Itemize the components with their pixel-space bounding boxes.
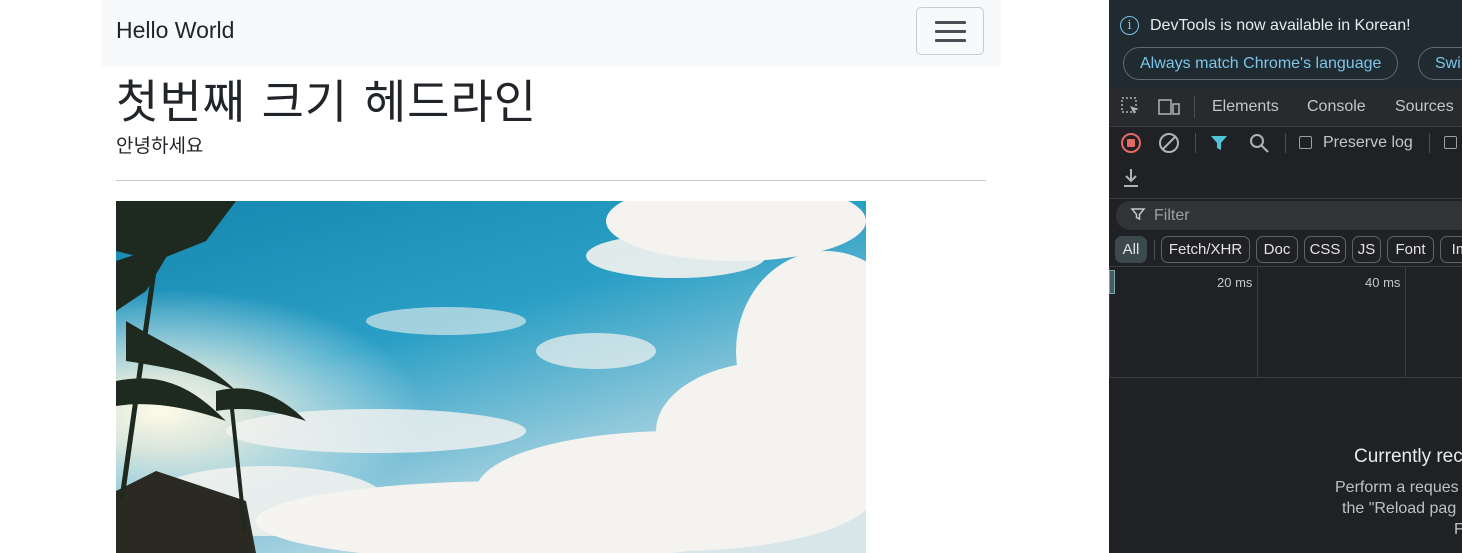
preserve-log-label: Preserve log [1323, 134, 1413, 151]
info-icon: i [1120, 16, 1139, 35]
timeline-tick-20ms: 20 ms [1217, 275, 1253, 290]
navbar: Hello World [101, 0, 1001, 67]
device-toolbar-icon[interactable] [1157, 96, 1181, 123]
network-toolbar: Preserve log [1109, 127, 1462, 199]
devtools-tabs: Elements Console Sources [1109, 88, 1462, 127]
divider [116, 180, 986, 181]
chip-css[interactable]: CSS [1304, 236, 1346, 263]
recording-empty-line2: the "Reload pag [1342, 500, 1457, 517]
switch-language-button[interactable]: Swi [1418, 47, 1462, 80]
page-subtext: 안녕하세요 [116, 135, 204, 157]
preserve-log-checkbox[interactable] [1299, 136, 1312, 149]
chip-fetch-xhr[interactable]: Fetch/XHR [1161, 236, 1250, 263]
tab-sources[interactable]: Sources [1395, 98, 1454, 116]
tab-elements[interactable]: Elements [1212, 98, 1279, 116]
filter-input[interactable]: Filter [1116, 201, 1462, 230]
clear-icon[interactable] [1158, 132, 1180, 159]
disable-cache-checkbox[interactable] [1444, 136, 1457, 149]
language-infobar: i DevTools is now available in Korean! A… [1109, 0, 1462, 88]
filter-funnel-icon [1130, 206, 1146, 227]
hamburger-icon [935, 21, 966, 24]
tab-console[interactable]: Console [1307, 98, 1366, 116]
record-stop-icon[interactable] [1120, 132, 1142, 159]
navbar-toggler-button[interactable] [916, 7, 984, 55]
chip-all[interactable]: All [1115, 236, 1147, 263]
hamburger-icon-bar [935, 39, 966, 42]
filter-placeholder: Filter [1154, 207, 1190, 224]
separator [1195, 133, 1196, 153]
chip-font[interactable]: Font [1387, 236, 1434, 263]
recording-empty-line3: F [1454, 521, 1462, 538]
separator [1285, 133, 1286, 153]
resource-type-filters: All Fetch/XHR Doc CSS JS Font Im [1109, 236, 1462, 266]
hamburger-icon-bar [935, 30, 966, 33]
separator [1429, 133, 1430, 153]
devtools-panel: i DevTools is now available in Korean! A… [1109, 0, 1462, 553]
timeline-gridline [1405, 267, 1406, 378]
inspect-element-icon[interactable] [1120, 96, 1142, 123]
match-language-button[interactable]: Always match Chrome's language [1123, 47, 1399, 80]
separator [1154, 240, 1155, 260]
network-timeline: 20 ms 40 ms [1109, 266, 1462, 378]
chip-img[interactable]: Im [1440, 236, 1462, 263]
navbar-brand[interactable]: Hello World [116, 17, 234, 44]
separator [1194, 96, 1195, 118]
timeline-tick-40ms: 40 ms [1365, 275, 1401, 290]
page-headline: 첫번째 크기 헤드라인 [116, 75, 538, 129]
download-icon[interactable] [1121, 167, 1141, 194]
infobar-message: DevTools is now available in Korean! [1150, 17, 1411, 34]
search-icon[interactable] [1248, 132, 1270, 159]
chip-doc[interactable]: Doc [1256, 236, 1298, 263]
hero-image [116, 201, 866, 553]
filter-icon[interactable] [1209, 133, 1229, 158]
recording-empty-line1: Perform a reques [1335, 479, 1459, 496]
timeline-handle[interactable] [1109, 270, 1115, 294]
chip-js[interactable]: JS [1352, 236, 1381, 263]
recording-empty-title: Currently rec [1354, 446, 1462, 467]
beach-sky-photo [116, 201, 866, 553]
timeline-gridline [1257, 267, 1258, 378]
